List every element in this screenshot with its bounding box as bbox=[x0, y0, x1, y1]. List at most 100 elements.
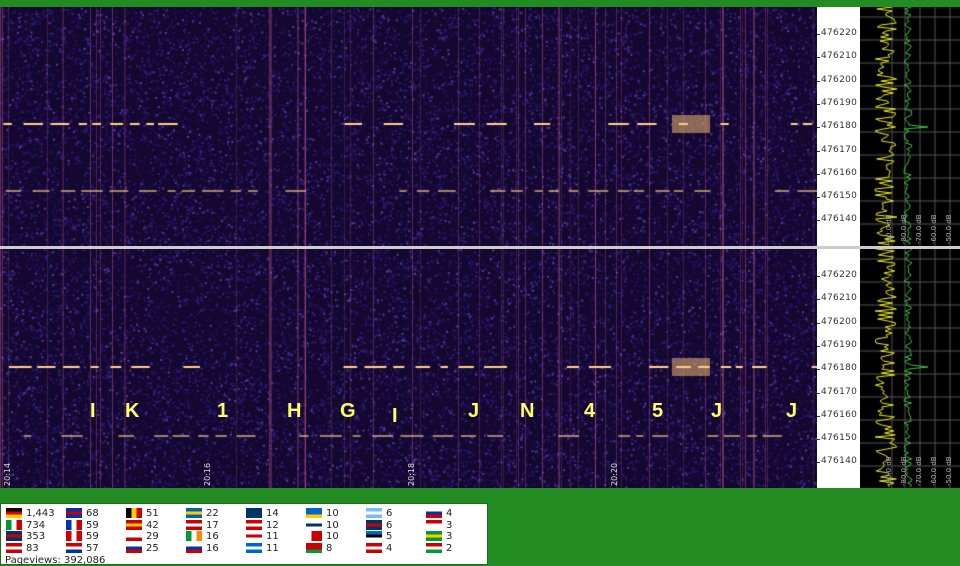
visitor-count: 4 bbox=[446, 508, 453, 519]
flag-counter-entry: 4 bbox=[426, 508, 452, 519]
flag-is-icon bbox=[66, 508, 82, 518]
frequency-label: 476150 bbox=[816, 433, 858, 444]
flag-at-icon bbox=[366, 543, 382, 554]
flag-counter-entry: 51 bbox=[126, 508, 159, 519]
flag-cz-icon bbox=[426, 508, 442, 518]
frequency-label: 476180 bbox=[816, 121, 858, 132]
flag-counter-entry: 10 bbox=[306, 519, 339, 531]
visitor-count: 59 bbox=[86, 519, 99, 531]
flag-counter-entry: 3 bbox=[426, 531, 452, 542]
flag-counter-entry: 11 bbox=[246, 543, 279, 554]
flag-ua-icon bbox=[306, 508, 322, 518]
flag-counter-entry: 1,443 bbox=[6, 508, 55, 519]
db-label: -50.0 dB bbox=[945, 214, 953, 244]
decoded-letter: 1 bbox=[217, 400, 229, 422]
visitor-count: 6 bbox=[386, 519, 393, 531]
time-label: 20:14 bbox=[3, 462, 12, 486]
flag-hu-icon bbox=[426, 543, 442, 554]
flag-counter-entry: 22 bbox=[186, 508, 219, 519]
visitor-count: 51 bbox=[146, 508, 159, 519]
frequency-label: 476140 bbox=[816, 214, 858, 225]
decoded-letter: 4 bbox=[584, 400, 596, 422]
flag-counter-entry: 11 bbox=[246, 531, 279, 542]
time-label: 20:20 bbox=[610, 462, 619, 486]
visitor-count: 22 bbox=[206, 508, 219, 519]
decoded-letter: J bbox=[468, 400, 480, 422]
decoded-letter: 5 bbox=[652, 400, 664, 422]
frequency-label: 476170 bbox=[816, 386, 858, 397]
flag-counter-entry: 59 bbox=[66, 519, 99, 531]
flag-be-icon bbox=[126, 508, 142, 518]
db-label: -70.0 dB bbox=[915, 456, 923, 486]
db-label: -60.0 dB bbox=[930, 456, 938, 486]
visitor-count: 6 bbox=[386, 508, 393, 519]
flag-counter-entry: 10 bbox=[306, 531, 339, 542]
flag-nz-icon bbox=[366, 519, 382, 530]
flag-ca-icon bbox=[66, 531, 82, 542]
flag-pl-icon bbox=[126, 531, 142, 542]
flag-counter-entry: 16 bbox=[186, 543, 219, 554]
decoded-letter: N bbox=[520, 400, 535, 422]
flag-ch-icon bbox=[246, 519, 262, 530]
visitor-count: 83 bbox=[26, 543, 39, 555]
decoded-letter: H bbox=[287, 400, 302, 422]
visitor-count: 57 bbox=[86, 543, 99, 555]
visitor-count: 11 bbox=[266, 531, 279, 543]
flag-it-icon bbox=[6, 519, 22, 530]
flag-counter[interactable]: 1,443 734 353 83 68 59 59 57 51 42 29 25 22 17 16 16 14 1… bbox=[0, 503, 488, 566]
frequency-label: 476160 bbox=[816, 409, 858, 420]
flag-fi-icon bbox=[306, 519, 322, 530]
time-label: 20:16 bbox=[203, 462, 212, 486]
flag-es-icon bbox=[126, 519, 142, 530]
frequency-label: 476170 bbox=[816, 144, 858, 155]
flag-se-icon bbox=[186, 508, 202, 518]
flag-nl-icon bbox=[66, 543, 82, 554]
visitor-count: 4 bbox=[386, 543, 393, 555]
frequency-label: 476220 bbox=[816, 28, 858, 38]
flag-counter-entry: 734 bbox=[6, 519, 46, 531]
flag-counter-entry: 59 bbox=[66, 531, 99, 542]
flag-counter-entry: 42 bbox=[126, 519, 159, 531]
flag-counter-entry: 29 bbox=[126, 531, 159, 542]
frequency-label: 476150 bbox=[816, 191, 858, 202]
db-label: -80.0 dB bbox=[900, 456, 908, 486]
flag-counter-entry: 3 bbox=[426, 519, 452, 531]
flag-gr-icon bbox=[246, 543, 262, 554]
flag-counter-entry: 12 bbox=[246, 519, 279, 531]
visitor-count: 14 bbox=[266, 508, 279, 519]
flag-de-icon bbox=[6, 508, 22, 518]
decoded-letter: G bbox=[340, 400, 356, 422]
visitor-count: 8 bbox=[326, 543, 333, 555]
visitor-count: 10 bbox=[326, 519, 339, 531]
visitor-count: 5 bbox=[386, 531, 393, 543]
signal-trace-bottom bbox=[860, 249, 960, 488]
flag-counter-entry: 6 bbox=[366, 508, 392, 519]
db-label: -90.0 dB bbox=[885, 456, 893, 486]
flag-counter-entry: 68 bbox=[66, 508, 99, 519]
visitor-count: 1,443 bbox=[26, 508, 55, 519]
spectrogram-top bbox=[0, 7, 817, 246]
decoded-letter: J bbox=[786, 400, 798, 422]
time-label: 20:18 bbox=[407, 462, 416, 486]
flag-us-icon bbox=[6, 543, 22, 554]
frequency-label: 476160 bbox=[816, 167, 858, 178]
frequency-label: 476210 bbox=[816, 51, 858, 62]
visitor-count: 2 bbox=[446, 543, 453, 555]
visitor-count: 59 bbox=[86, 531, 99, 543]
flag-no-icon bbox=[186, 519, 202, 530]
visitor-count: 25 bbox=[146, 543, 159, 555]
visitor-count: 10 bbox=[326, 508, 339, 519]
decoded-letter: I bbox=[90, 400, 96, 422]
frequency-label: 476180 bbox=[816, 363, 858, 374]
flag-au-icon bbox=[246, 508, 262, 518]
frequency-label: 476140 bbox=[816, 456, 858, 467]
visitor-count: 11 bbox=[266, 543, 279, 555]
flag-fr-icon bbox=[66, 519, 82, 530]
top-bar bbox=[0, 0, 960, 7]
panel-divider bbox=[0, 246, 960, 249]
visitor-count: 734 bbox=[26, 519, 46, 531]
visitor-count: 17 bbox=[206, 519, 219, 531]
flag-counter-entry: 83 bbox=[6, 543, 39, 554]
flag-counter-entry: 17 bbox=[186, 519, 219, 531]
visitor-count: 12 bbox=[266, 519, 279, 531]
